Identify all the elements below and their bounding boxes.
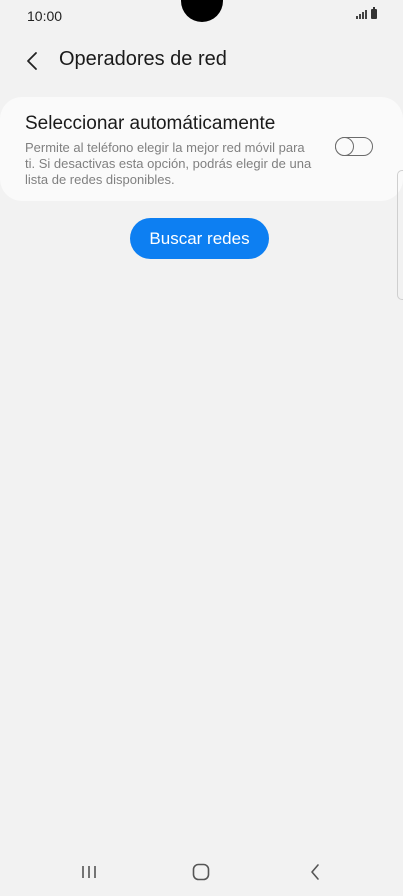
chevron-left-icon xyxy=(27,52,37,70)
signal-icon xyxy=(356,9,367,19)
auto-select-title: Seleccionar automáticamente xyxy=(25,113,276,134)
camera-notch xyxy=(181,0,223,22)
app-header: Operadores de red xyxy=(0,40,403,80)
home-button[interactable] xyxy=(171,852,231,892)
auto-select-description: Permite al teléfono elegir la mejor red … xyxy=(25,140,312,187)
edge-panel-handle[interactable] xyxy=(397,170,403,300)
navigation-bar xyxy=(0,852,403,896)
nav-back-icon xyxy=(311,864,319,880)
status-icons xyxy=(356,7,377,19)
status-bar: 10:00 xyxy=(0,0,403,32)
recents-icon xyxy=(82,866,96,878)
back-button[interactable] xyxy=(18,46,48,76)
auto-select-card: Seleccionar automáticamente Permite al t… xyxy=(0,97,403,201)
status-time: 10:00 xyxy=(27,8,63,24)
battery-icon xyxy=(371,7,377,19)
home-icon xyxy=(192,863,210,881)
nav-back-button[interactable] xyxy=(285,852,345,892)
recents-button[interactable] xyxy=(59,852,119,892)
page-title: Operadores de red xyxy=(59,48,227,70)
toggle-knob xyxy=(334,136,354,156)
search-networks-button[interactable]: Buscar redes xyxy=(130,218,269,259)
auto-select-toggle[interactable] xyxy=(334,136,373,156)
